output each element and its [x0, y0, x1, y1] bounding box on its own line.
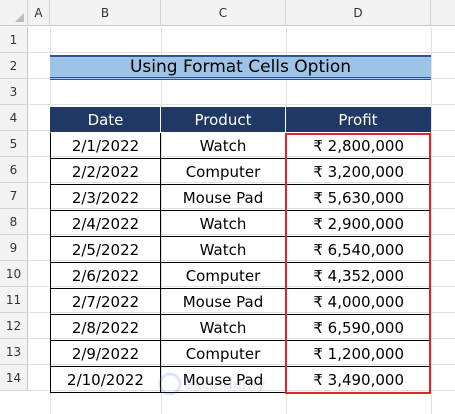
row-header-3[interactable]: 3 — [0, 79, 28, 105]
table-row: 2/2/2022 Computer ₹ 3,200,000 — [50, 159, 431, 185]
profit-cell[interactable]: ₹ 4,000,000 — [286, 289, 431, 315]
column-header-d[interactable]: D — [286, 0, 431, 26]
table-row: 2/7/2022 Mouse Pad ₹ 4,000,000 — [50, 289, 431, 315]
header-product[interactable]: Product — [161, 107, 286, 133]
row-header-13[interactable]: 13 — [0, 339, 28, 365]
row-header-14[interactable]: 14 — [0, 365, 28, 391]
gridline-vertical — [431, 27, 432, 414]
product-cell[interactable]: Mouse Pad — [161, 367, 286, 393]
row-header-4[interactable]: 4 — [0, 105, 28, 131]
table-row: 2/1/2022 Watch ₹ 2,800,000 — [50, 133, 431, 159]
select-all-corner[interactable] — [0, 0, 28, 26]
profit-cell[interactable]: ₹ 6,590,000 — [286, 315, 431, 341]
gridline-horizontal — [28, 104, 455, 105]
row-header-11[interactable]: 11 — [0, 287, 28, 313]
table-row: 2/9/2022 Computer ₹ 1,200,000 — [50, 341, 431, 367]
date-cell[interactable]: 2/10/2022 — [50, 367, 161, 393]
date-cell[interactable]: 2/8/2022 — [50, 315, 161, 341]
profit-cell[interactable]: ₹ 5,630,000 — [286, 185, 431, 211]
table-row: 2/8/2022 Watch ₹ 6,590,000 — [50, 315, 431, 341]
header-date[interactable]: Date — [50, 107, 161, 133]
date-cell[interactable]: 2/6/2022 — [50, 263, 161, 289]
product-cell[interactable]: Watch — [161, 315, 286, 341]
profit-cell[interactable]: ₹ 4,352,000 — [286, 263, 431, 289]
product-cell[interactable]: Mouse Pad — [161, 289, 286, 315]
row-header-12[interactable]: 12 — [0, 313, 28, 339]
profit-cell[interactable]: ₹ 1,200,000 — [286, 341, 431, 367]
row-header-6[interactable]: 6 — [0, 157, 28, 183]
product-cell[interactable]: Computer — [161, 159, 286, 185]
row-header-5[interactable]: 5 — [0, 131, 28, 157]
row-header-10[interactable]: 10 — [0, 261, 28, 287]
date-cell[interactable]: 2/5/2022 — [50, 237, 161, 263]
column-header-row: A B C D — [0, 0, 455, 27]
product-cell[interactable]: Watch — [161, 133, 286, 159]
row-header-9[interactable]: 9 — [0, 235, 28, 261]
product-cell[interactable]: Watch — [161, 211, 286, 237]
sheet-title[interactable]: Using Format Cells Option — [50, 55, 431, 80]
column-header-c[interactable]: C — [161, 0, 286, 26]
column-header-b[interactable]: B — [50, 0, 161, 26]
product-cell[interactable]: Mouse Pad — [161, 185, 286, 211]
row-header-2[interactable]: 2 — [0, 53, 28, 79]
header-profit[interactable]: Profit — [286, 107, 431, 133]
date-cell[interactable]: 2/7/2022 — [50, 289, 161, 315]
table-row: 2/3/2022 Mouse Pad ₹ 5,630,000 — [50, 185, 431, 211]
profit-cell[interactable]: ₹ 6,540,000 — [286, 237, 431, 263]
profit-cell[interactable]: ₹ 2,900,000 — [286, 211, 431, 237]
profit-cell[interactable]: ₹ 3,490,000 — [286, 367, 431, 393]
select-all-icon — [15, 13, 24, 22]
profit-cell[interactable]: ₹ 3,200,000 — [286, 159, 431, 185]
table-row: 2/5/2022 Watch ₹ 6,540,000 — [50, 237, 431, 263]
gridline-horizontal — [28, 52, 455, 53]
product-cell[interactable]: Watch — [161, 237, 286, 263]
table-row: 2/4/2022 Watch ₹ 2,900,000 — [50, 211, 431, 237]
product-cell[interactable]: Computer — [161, 263, 286, 289]
table-row: 2/10/2022 Mouse Pad ₹ 3,490,000 — [50, 367, 431, 393]
date-cell[interactable]: 2/3/2022 — [50, 185, 161, 211]
row-header-8[interactable]: 8 — [0, 209, 28, 235]
table-row: 2/6/2022 Computer ₹ 4,352,000 — [50, 263, 431, 289]
row-header-7[interactable]: 7 — [0, 183, 28, 209]
product-cell[interactable]: Computer — [161, 341, 286, 367]
column-header-a[interactable]: A — [28, 0, 50, 26]
date-cell[interactable]: 2/2/2022 — [50, 159, 161, 185]
profit-cell[interactable]: ₹ 2,800,000 — [286, 133, 431, 159]
date-cell[interactable]: 2/9/2022 — [50, 341, 161, 367]
column-header-e[interactable] — [431, 0, 455, 26]
spreadsheet: A B C D 1 2 3 4 5 6 7 8 9 10 11 12 13 14 Using Format… — [0, 0, 455, 414]
table-header-row: Date Product Profit — [50, 107, 431, 133]
date-cell[interactable]: 2/4/2022 — [50, 211, 161, 237]
row-header-1[interactable]: 1 — [0, 27, 28, 53]
date-cell[interactable]: 2/1/2022 — [50, 133, 161, 159]
